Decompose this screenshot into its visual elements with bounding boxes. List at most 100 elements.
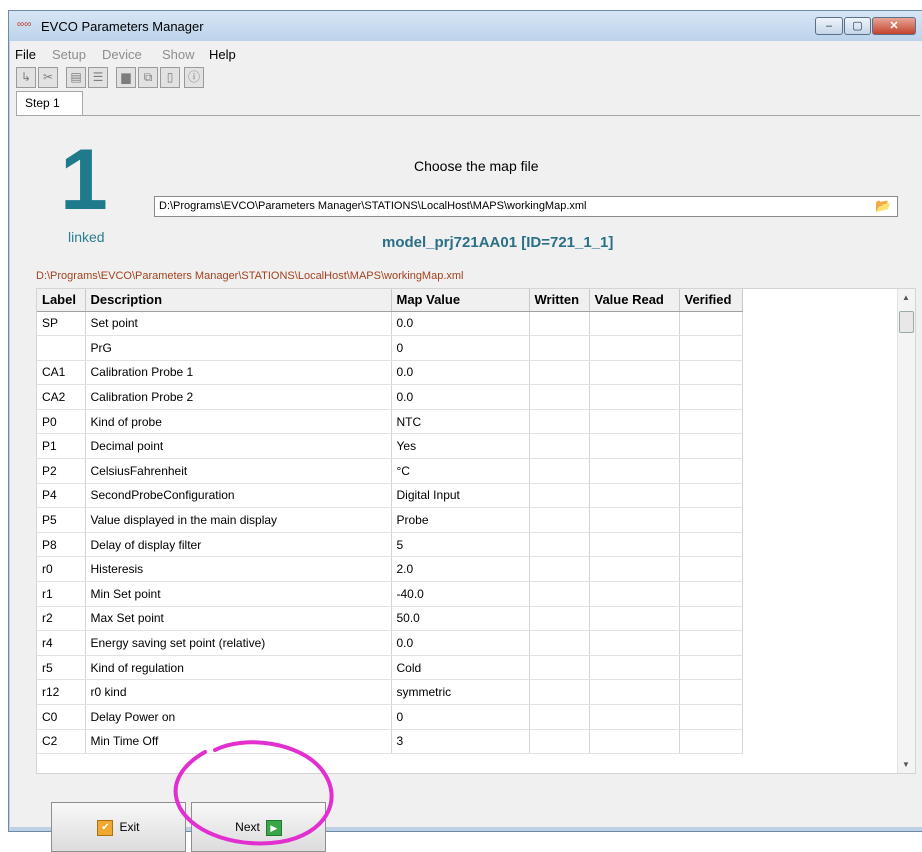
row-label-cell: P1	[37, 433, 86, 460]
table-row[interactable]: P5 Value displayed in the main display Pro…	[37, 507, 900, 533]
row-label-cell: SP	[37, 311, 86, 337]
menu-help[interactable]: Help	[209, 47, 236, 62]
header-verified[interactable]: Verified	[679, 289, 743, 312]
minimize-button[interactable]: –	[815, 17, 843, 35]
map-file-path-field[interactable]: D:\Programs\EVCO\Parameters Manager\STAT…	[154, 196, 898, 217]
table-row[interactable]: P8 Delay of display filter 5	[37, 532, 900, 558]
menu-setup[interactable]: Setup	[52, 47, 86, 62]
list-icon[interactable]: ☰	[88, 67, 108, 88]
row-filler-cell	[742, 606, 900, 631]
row-written-cell	[529, 655, 590, 681]
row-written-cell	[529, 704, 590, 730]
row-written-cell	[529, 384, 590, 410]
table-row[interactable]: r1 Min Set point -40.0	[37, 581, 900, 607]
row-value-read-cell	[589, 630, 680, 656]
row-description-cell: Histeresis	[85, 556, 392, 583]
scroll-up-icon[interactable]: ▲	[902, 293, 910, 302]
row-description-cell: Value displayed in the main display	[85, 507, 392, 533]
row-written-cell	[529, 507, 590, 533]
row-written-cell	[529, 311, 590, 337]
menu-show[interactable]: Show	[162, 47, 195, 62]
maximize-button[interactable]: ▢	[844, 17, 871, 35]
row-label-cell: r12	[37, 679, 86, 705]
row-filler-cell	[742, 705, 900, 730]
row-written-cell	[529, 483, 590, 509]
table-row[interactable]: P4 SecondProbeConfiguration Digital Input	[37, 483, 900, 509]
row-value-read-cell	[589, 679, 680, 705]
row-map-value-cell: 0	[391, 704, 530, 730]
header-value-read[interactable]: Value Read	[589, 289, 680, 312]
doc-icon[interactable]: ▤	[66, 67, 86, 88]
next-arrow-icon: ▶	[265, 820, 282, 836]
row-written-cell	[529, 532, 590, 558]
row-verified-cell	[679, 655, 743, 681]
row-verified-cell	[679, 630, 743, 656]
copy-icon[interactable]: ⧉	[138, 67, 158, 88]
header-filler	[742, 289, 900, 311]
table-row[interactable]: CA1 Calibration Probe 1 0.0	[37, 360, 900, 386]
header-written[interactable]: Written	[529, 289, 590, 312]
table-row[interactable]: P1 Decimal point Yes	[37, 433, 900, 460]
row-verified-cell	[679, 384, 743, 410]
header-description[interactable]: Description	[85, 289, 392, 312]
row-map-value-cell: 50.0	[391, 606, 530, 632]
table-row[interactable]: CA2 Calibration Probe 2 0.0	[37, 384, 900, 410]
row-map-value-cell: 5	[391, 532, 530, 558]
table-row[interactable]: r4 Energy saving set point (relative) 0.0	[37, 630, 900, 656]
row-map-value-cell: °C	[391, 458, 530, 484]
tab-step-1[interactable]: Step 1	[16, 91, 83, 116]
row-label-cell	[37, 335, 86, 361]
row-description-cell: Calibration Probe 1	[85, 360, 392, 386]
row-description-cell: PrG	[85, 335, 392, 361]
menu-file[interactable]: File	[15, 47, 36, 62]
exit-check-icon: ✔	[97, 820, 114, 836]
row-label-cell: CA1	[37, 360, 86, 386]
table-row[interactable]: r5 Kind of regulation Cold	[37, 655, 900, 681]
row-value-read-cell	[589, 606, 680, 632]
header-label[interactable]: Label	[37, 289, 86, 312]
table-row[interactable]: r0 Histeresis 2.0	[37, 556, 900, 583]
row-written-cell	[529, 360, 590, 386]
row-label-cell: P5	[37, 507, 86, 533]
info-icon[interactable]: ⓘ	[184, 67, 204, 88]
table-row[interactable]: r2 Max Set point 50.0	[37, 606, 900, 632]
row-description-cell: Kind of regulation	[85, 655, 392, 681]
table-row[interactable]: r12 r0 kind symmetric	[37, 679, 900, 705]
close-button[interactable]: ✕	[872, 17, 916, 35]
table-row[interactable]: PrG 0	[37, 335, 900, 361]
table-row[interactable]: C0 Delay Power on 0	[37, 704, 900, 730]
connect-icon[interactable]: ↳	[16, 67, 36, 88]
row-filler-cell	[742, 508, 900, 533]
row-filler-cell	[742, 582, 900, 607]
map-path-label: D:\Programs\EVCO\Parameters Manager\STAT…	[36, 270, 464, 282]
row-description-cell: Set point	[85, 311, 392, 337]
row-map-value-cell: -40.0	[391, 581, 530, 607]
row-written-cell	[529, 409, 590, 435]
table-scrollbar[interactable]: ▲ ▼	[897, 289, 915, 773]
row-value-read-cell	[589, 655, 680, 681]
header-map-value[interactable]: Map Value	[391, 289, 530, 312]
title-bar[interactable]: ∞∞ EVCO Parameters Manager – ▢ ✕	[9, 11, 922, 41]
row-verified-cell	[679, 360, 743, 386]
page-icon[interactable]: ▯	[160, 67, 180, 88]
row-value-read-cell	[589, 556, 680, 583]
row-label-cell: CA2	[37, 384, 86, 410]
row-verified-cell	[679, 679, 743, 705]
print-icon[interactable]: ▆	[116, 67, 136, 88]
open-folder-icon[interactable]: 📂	[875, 198, 891, 214]
row-verified-cell	[679, 606, 743, 632]
table-row[interactable]: C2 Min Time Off 3	[37, 729, 900, 755]
scroll-thumb[interactable]	[899, 311, 914, 333]
scroll-down-icon[interactable]: ▼	[902, 760, 910, 769]
tools-icon[interactable]: ✂	[38, 67, 58, 88]
table-row[interactable]: P0 Kind of probe NTC	[37, 409, 900, 435]
next-button[interactable]: Next ▶	[191, 802, 326, 852]
exit-button[interactable]: ✔ Exit	[51, 802, 186, 852]
row-written-cell	[529, 458, 590, 484]
row-value-read-cell	[589, 483, 680, 509]
table-row[interactable]: P2 CelsiusFahrenheit °C	[37, 458, 900, 484]
row-filler-cell	[742, 532, 900, 557]
menu-device[interactable]: Device	[102, 47, 142, 62]
row-filler-cell	[742, 434, 900, 459]
table-row[interactable]: SP Set point 0.0	[37, 311, 900, 337]
